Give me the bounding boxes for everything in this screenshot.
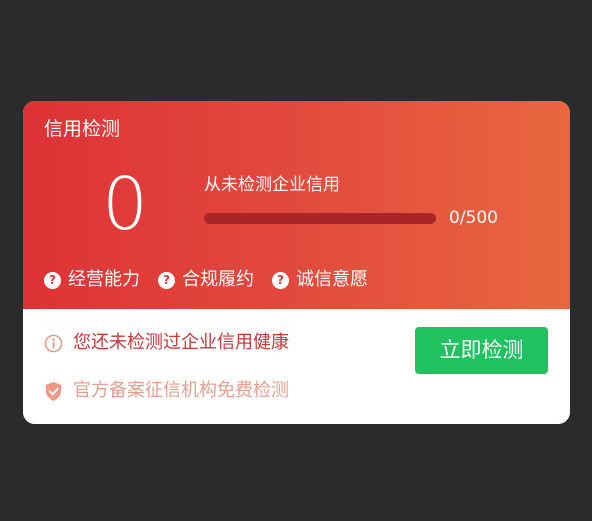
shield-check-icon xyxy=(45,381,62,401)
credit-check-card: 信用检测 0 从未检测企业信用 0/500 ? 经营能力 ? 合规履约 ? 诚信… xyxy=(23,101,570,424)
question-icon: ? xyxy=(272,271,289,289)
tag-business-capability[interactable]: ? 经营能力 xyxy=(44,268,140,292)
status-text: 从未检测企业信用 xyxy=(204,175,340,195)
sub-notice-text: 官方备案征信机构免费检测 xyxy=(73,380,289,401)
notice-row: 您还未检测过企业信用健康 xyxy=(44,330,289,356)
notice-text: 您还未检测过企业信用健康 xyxy=(73,332,289,353)
question-icon: ? xyxy=(158,271,175,289)
start-check-button[interactable]: 立即检测 xyxy=(415,327,548,374)
credit-summary-panel: 信用检测 0 从未检测企业信用 0/500 ? 经营能力 ? 合规履约 ? 诚信… xyxy=(23,101,570,309)
score-progress-bar xyxy=(204,213,436,224)
tag-label: 诚信意愿 xyxy=(296,269,368,290)
sub-notice-row: 官方备案征信机构免费检测 xyxy=(44,378,289,404)
tag-integrity[interactable]: ? 诚信意愿 xyxy=(272,268,368,292)
credit-score: 0 xyxy=(102,162,148,246)
info-icon xyxy=(44,334,63,352)
tag-compliance[interactable]: ? 合规履约 xyxy=(158,268,254,292)
card-title: 信用检测 xyxy=(44,118,121,140)
question-icon: ? xyxy=(44,271,61,289)
score-progress-label: 0/500 xyxy=(449,208,498,228)
tag-label: 经营能力 xyxy=(68,269,140,290)
credit-dimension-tags: ? 经营能力 ? 合规履约 ? 诚信意愿 xyxy=(44,268,386,292)
tag-label: 合规履约 xyxy=(182,269,254,290)
